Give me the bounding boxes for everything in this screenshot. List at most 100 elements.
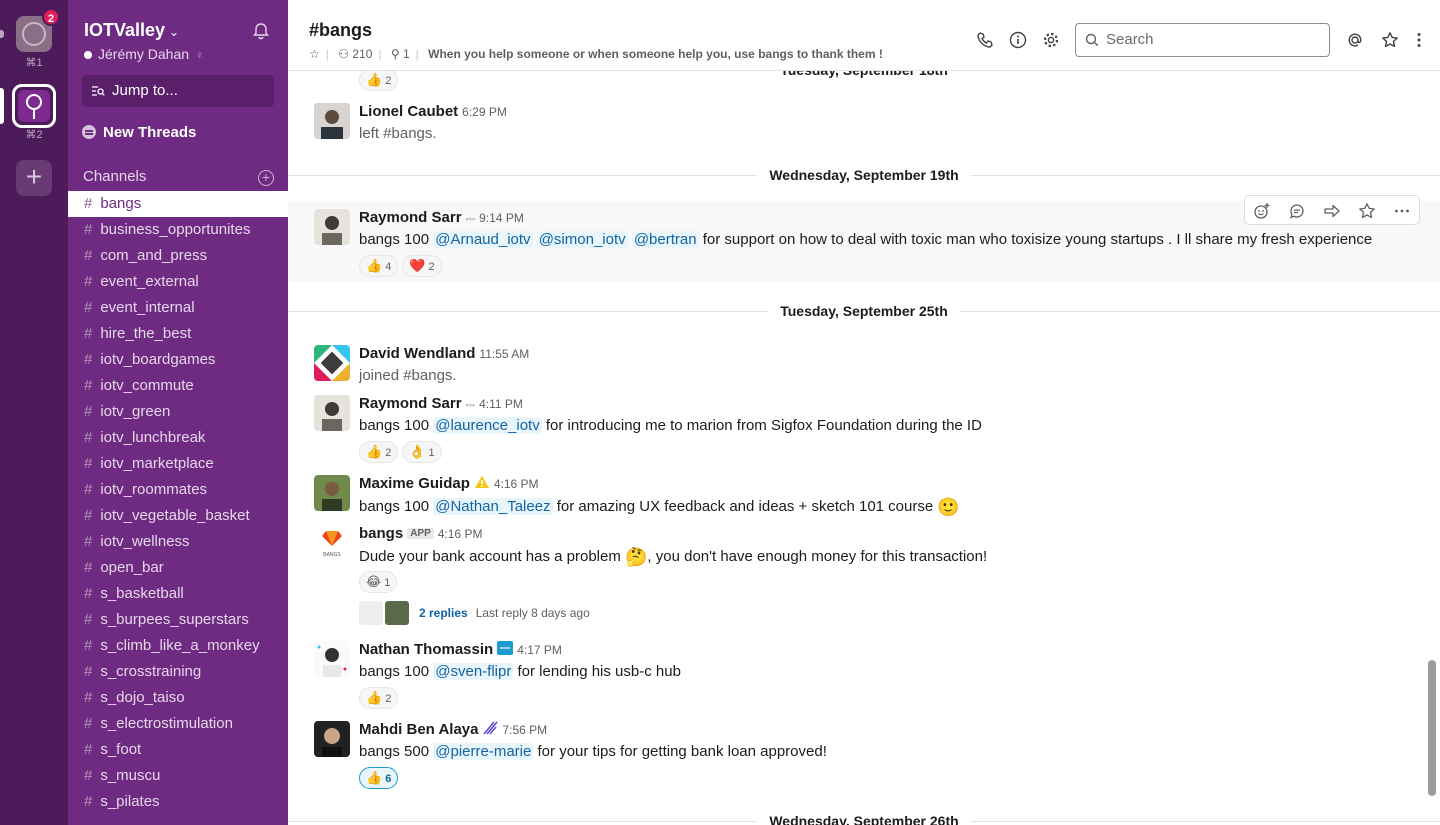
message[interactable]: Lionel Caubet 6:29 PM left #bangs. — [288, 101, 1440, 151]
reply-thread-icon[interactable] — [1288, 202, 1306, 220]
channel-topic[interactable]: When you help someone or when someone he… — [428, 47, 883, 61]
phone-icon[interactable] — [976, 31, 994, 49]
timestamp[interactable]: 9:14 PM — [479, 211, 524, 225]
author-name[interactable]: Nathan Thomassin — [359, 641, 493, 658]
gear-icon[interactable] — [1042, 31, 1060, 49]
sidebar-item-hire-the-best[interactable]: # hire_the_best — [68, 321, 288, 347]
add-workspace-button[interactable]: + — [16, 160, 52, 196]
message[interactable]: Maxime Guidap 4:16 PM bangs 100 @Nathan_T… — [288, 473, 1440, 521]
user-mention[interactable]: @pierre-marie — [433, 743, 534, 760]
star-icon[interactable] — [1358, 202, 1376, 220]
user-mention[interactable]: @laurence_iotv — [433, 417, 542, 434]
mentions-icon[interactable] — [1346, 31, 1364, 49]
reaction-ok-hand[interactable]: 👌 1 — [402, 441, 442, 463]
channel-title[interactable]: #bangs — [309, 20, 372, 41]
sidebar-item-iotv-lunchbreak[interactable]: # iotv_lunchbreak — [68, 425, 288, 451]
timestamp[interactable]: 11:55 AM — [479, 347, 529, 361]
sidebar-item-iotv-marketplace[interactable]: # iotv_marketplace — [68, 451, 288, 477]
thread-summary[interactable]: 2 replies Last reply 8 days ago — [359, 601, 590, 625]
avatar[interactable] — [314, 721, 350, 757]
message[interactable]: David Wendland 11:55 AM joined #bangs. — [288, 343, 1440, 389]
message-scrollbar[interactable] — [1428, 660, 1436, 796]
user-mention[interactable]: @Nathan_Taleez — [433, 498, 553, 515]
sidebar-item-iotv-commute[interactable]: # iotv_commute — [68, 373, 288, 399]
author-name[interactable]: Lionel Caubet — [359, 103, 458, 120]
reaction-thumbsup[interactable]: 👍 2 — [359, 441, 399, 463]
sidebar-item-event-internal[interactable]: # event_internal — [68, 295, 288, 321]
star-icon[interactable]: ☆ — [309, 47, 320, 61]
avatar[interactable] — [314, 103, 350, 139]
more-vertical-icon[interactable] — [1410, 31, 1428, 49]
avatar[interactable] — [314, 475, 350, 511]
share-icon[interactable] — [1323, 202, 1341, 220]
timestamp[interactable]: 4:11 PM — [479, 397, 523, 411]
sidebar-item-iotv-roommates[interactable]: # iotv_roommates — [68, 477, 288, 503]
author-name[interactable]: Mahdi Ben Alaya — [359, 721, 478, 738]
bangs-app-avatar[interactable]: BANGS — [314, 525, 350, 561]
sidebar-item-s-dojo-taiso[interactable]: # s_dojo_taiso — [68, 685, 288, 711]
sidebar-item-iotv-wellness[interactable]: # iotv_wellness — [68, 529, 288, 555]
author-name[interactable]: David Wendland — [359, 345, 475, 362]
add-channel-icon[interactable]: + — [258, 170, 274, 186]
sidebar-item-s-crosstraining[interactable]: # s_crosstraining — [68, 659, 288, 685]
sidebar-item-bangs[interactable]: # bangs — [68, 191, 288, 217]
channels-header[interactable]: Channels — [83, 168, 146, 185]
reaction-heart[interactable]: ❤️ 2 — [402, 255, 442, 277]
sidebar-item-business-opportunites[interactable]: # business_opportunites — [68, 217, 288, 243]
user-mention[interactable]: @bertran — [631, 231, 699, 248]
avatar[interactable] — [314, 395, 350, 431]
timestamp[interactable]: 7:56 PM — [502, 723, 547, 737]
sidebar-item-s-burpees-superstars[interactable]: # s_burpees_superstars — [68, 607, 288, 633]
workspace-2-button[interactable] — [12, 84, 56, 128]
pinned-count[interactable]: 1 — [403, 47, 410, 61]
message[interactable]: Mahdi Ben Alaya 7:56 PM bangs 500 @pierre… — [288, 719, 1440, 795]
member-count[interactable]: 210 — [352, 47, 372, 61]
user-mention[interactable]: @simon_iotv — [536, 231, 628, 248]
replies-link[interactable]: 2 replies — [419, 606, 468, 620]
sidebar-item-s-electrostimulation[interactable]: # s_electrostimulation — [68, 711, 288, 737]
timestamp[interactable]: 4:17 PM — [517, 643, 562, 657]
info-icon[interactable] — [1009, 31, 1027, 49]
add-reaction-icon[interactable] — [1253, 202, 1271, 220]
sidebar-item-label: iotv_lunchbreak — [100, 429, 206, 446]
sidebar-item-s-basketball[interactable]: # s_basketball — [68, 581, 288, 607]
message[interactable]: Nathan Thomassin 4:17 PM bangs 100 @sven-… — [288, 639, 1440, 715]
author-name[interactable]: bangs — [359, 525, 403, 542]
user-mention[interactable]: @Arnaud_iotv — [433, 231, 533, 248]
avatar[interactable] — [314, 345, 350, 381]
timestamp[interactable]: 4:16 PM — [438, 527, 483, 541]
more-actions-icon[interactable] — [1393, 202, 1411, 220]
reaction-thumbsup[interactable]: 👍 6 — [359, 767, 399, 789]
timestamp[interactable]: 4:16 PM — [494, 477, 539, 491]
starred-icon[interactable] — [1381, 31, 1399, 49]
message[interactable]: BANGS bangs APP 4:16 PM Dude your bank acc… — [288, 523, 1440, 629]
reaction-thumbsup[interactable]: 👍 4 — [359, 255, 399, 277]
message[interactable]: Raymond Sarr ▪▪▪ 4:11 PM bangs 100 @lauren… — [288, 393, 1440, 469]
reaction-laugh[interactable]: 😂 1 — [359, 571, 398, 593]
avatar[interactable] — [314, 209, 350, 245]
search-input[interactable]: Search — [1075, 23, 1330, 57]
author-name[interactable]: Maxime Guidap — [359, 475, 470, 492]
current-user[interactable]: Jérémy Dahan ♀ — [84, 46, 204, 62]
sidebar-item-open-bar[interactable]: # open_bar — [68, 555, 288, 581]
sidebar-item-s-climb-like-a-monkey[interactable]: # s_climb_like_a_monkey — [68, 633, 288, 659]
timestamp[interactable]: 6:29 PM — [462, 105, 507, 119]
sidebar-item-s-foot[interactable]: # s_foot — [68, 737, 288, 763]
author-name[interactable]: Raymond Sarr — [359, 395, 462, 412]
sidebar-item-iotv-green[interactable]: # iotv_green — [68, 399, 288, 425]
sidebar-item-s-muscu[interactable]: # s_muscu — [68, 763, 288, 789]
bell-icon[interactable] — [252, 22, 270, 40]
new-threads-item[interactable]: New Threads — [82, 124, 196, 141]
sidebar-item-iotv-vegetable-basket[interactable]: # iotv_vegetable_basket — [68, 503, 288, 529]
sidebar-item-event-external[interactable]: # event_external — [68, 269, 288, 295]
sidebar-item-iotv-boardgames[interactable]: # iotv_boardgames — [68, 347, 288, 373]
jump-to-button[interactable]: Jump to... — [82, 75, 274, 107]
user-mention[interactable]: @sven-flipr — [433, 663, 514, 680]
team-name-button[interactable]: IOTValley ⌄ — [84, 20, 179, 41]
author-name[interactable]: Raymond Sarr — [359, 209, 462, 226]
sidebar-item-com-and-press[interactable]: # com_and_press — [68, 243, 288, 269]
main-pane: #bangs ☆ | ⚇ 210 | ⚲ 1 | When you help some… — [288, 0, 1440, 825]
reaction-thumbsup[interactable]: 👍 2 — [359, 687, 399, 709]
sidebar-item-s-pilates[interactable]: # s_pilates — [68, 789, 288, 815]
avatar[interactable] — [314, 641, 350, 677]
